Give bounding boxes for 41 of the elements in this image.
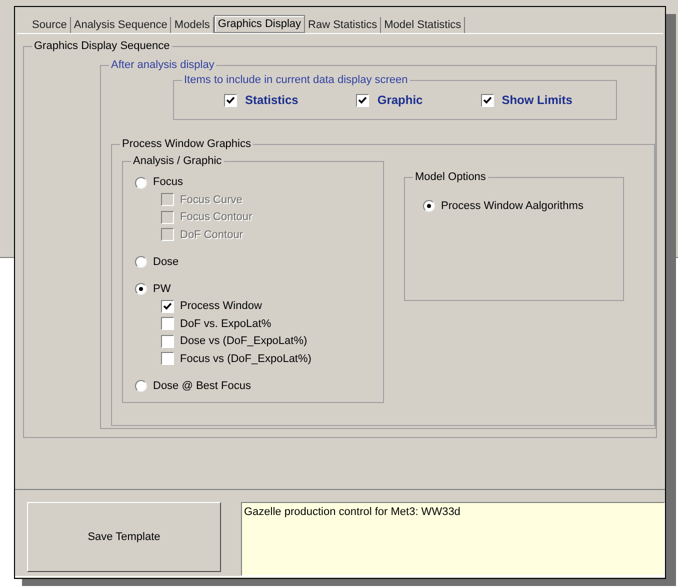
- group-title: Process Window Graphics: [120, 137, 253, 151]
- tab[interactable]: Analysis Sequence: [70, 17, 172, 33]
- save-template-button[interactable]: Save Template: [27, 502, 221, 572]
- checkbox-label: Show Limits: [502, 92, 572, 109]
- radio-button[interactable]: [135, 380, 147, 392]
- checkbox[interactable]: [161, 317, 174, 330]
- checkbox-label: Focus Contour: [180, 210, 252, 225]
- checkbox[interactable]: [356, 94, 370, 106]
- tab[interactable]: Graphics Display: [214, 15, 306, 33]
- checkbox-label: Statistics: [245, 92, 298, 109]
- checkbox-label: Process Window: [180, 299, 262, 314]
- group-title: After analysis display: [109, 58, 216, 72]
- radio-button[interactable]: [423, 200, 435, 212]
- radio-label: Process Window Aalgorithms: [441, 199, 584, 214]
- radio-button[interactable]: [135, 256, 147, 268]
- checkbox[interactable]: [161, 300, 174, 313]
- checkbox[interactable]: [224, 94, 237, 106]
- description-text: Gazelle production control for Met3: WW33d: [244, 506, 460, 518]
- radio-label: PW: [153, 282, 171, 297]
- tab[interactable]: Source: [29, 17, 71, 33]
- group-title: Analysis / Graphic: [131, 154, 224, 168]
- description-field[interactable]: Gazelle production control for Met3: WW33d: [241, 502, 665, 576]
- group-title: Graphics Display Sequence: [32, 39, 172, 53]
- checkbox[interactable]: [480, 94, 494, 106]
- radio-button[interactable]: [135, 176, 147, 188]
- tab[interactable]: Raw Statistics: [305, 17, 382, 33]
- checkbox-label: Focus vs (DoF_ExpoLat%): [180, 352, 312, 366]
- checkbox-label: Dose vs (DoF_ExpoLat%): [180, 334, 308, 349]
- group-title: Items to include in current data display screen: [182, 73, 410, 87]
- checkbox-label: Graphic: [377, 92, 423, 109]
- radio-label: Focus: [153, 175, 183, 190]
- checkbox-label: Focus Curve: [180, 192, 242, 208]
- checkbox-label: DoF Contour: [180, 228, 243, 242]
- radio-label: Dose: [153, 254, 179, 270]
- group-title: Model Options: [413, 170, 488, 184]
- radio-label: Dose @ Best Focus: [153, 378, 251, 394]
- checkbox[interactable]: [161, 352, 174, 366]
- tab[interactable]: Model Statistics: [381, 17, 466, 33]
- radio-button[interactable]: [135, 283, 147, 295]
- checkbox-label: DoF vs. ExpoLat%: [180, 316, 272, 332]
- checkbox[interactable]: [161, 334, 174, 348]
